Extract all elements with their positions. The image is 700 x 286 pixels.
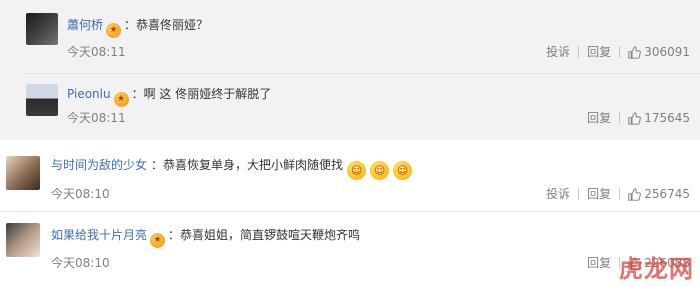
- comment-item: 蕭何桥 ★ ：恭喜佟丽娅？ 今天08:11 投诉 回复 306091: [0, 0, 700, 72]
- avatar[interactable]: [26, 84, 58, 116]
- comment-line: 如果给我十片月亮 ★ ：恭喜姐姐，简直锣鼓喧天鞭炮齐鸣: [51, 227, 360, 248]
- comment-text: 啊 这 佟丽娅终于解脱了: [143, 87, 272, 101]
- comment-actions: 投诉 回复 306091: [546, 44, 690, 60]
- like-count: 175645: [644, 111, 690, 125]
- separator: [578, 46, 580, 58]
- comment-actions: 回复 226088: [587, 255, 690, 271]
- smiley-emoji-icon: ☺: [347, 161, 367, 180]
- smiley-emoji-icon: ☺: [370, 161, 390, 180]
- report-button[interactable]: 投诉: [546, 44, 570, 60]
- comment-item: Pieonlu ★ ：啊 这 佟丽娅终于解脱了 今天08:11 回复 175645: [0, 74, 700, 140]
- timestamp: 今天08:10: [51, 187, 110, 201]
- avatar[interactable]: [6, 156, 40, 190]
- comment-line: 蕭何桥 ★ ：恭喜佟丽娅？: [67, 17, 208, 38]
- vip-crown-icon: ★: [106, 23, 122, 38]
- username-link[interactable]: 与时间为敌的少女: [51, 158, 147, 172]
- separator: [578, 188, 580, 200]
- colon: ：: [151, 158, 164, 172]
- like-count: 306091: [644, 45, 690, 59]
- timestamp: 今天08:10: [51, 256, 110, 270]
- colon: ：: [168, 228, 181, 242]
- username-link[interactable]: Pieonlu: [67, 87, 111, 101]
- thumbs-up-icon: [628, 46, 642, 59]
- timestamp: 今天08:11: [67, 45, 126, 59]
- thumbs-up-icon: [628, 188, 642, 201]
- separator: [619, 46, 621, 58]
- comment-item: 与时间为敌的少女 ：恭喜恢复单身，大把小鲜肉随便找 ☺ ☺ ☺ 今天08:10 投诉 回…: [0, 145, 700, 205]
- reply-button[interactable]: 回复: [587, 186, 611, 202]
- avatar[interactable]: [6, 223, 40, 257]
- separator: [619, 112, 621, 124]
- thumbs-up-icon: [628, 112, 642, 125]
- comment-item: 如果给我十片月亮 ★ ：恭喜姐姐，简直锣鼓喧天鞭炮齐鸣 今天08:10 回复 226…: [0, 212, 700, 286]
- separator: [619, 188, 621, 200]
- colon: ：: [124, 18, 137, 32]
- vip-crown-icon: ★: [113, 92, 129, 107]
- smiley-emoji-icon: ☺: [393, 161, 413, 180]
- report-button[interactable]: 投诉: [546, 186, 570, 202]
- like-button[interactable]: 256745: [628, 186, 690, 202]
- comment-text: 恭喜恢复单身，大把小鲜肉随便找: [163, 158, 344, 172]
- like-button[interactable]: 226088: [628, 255, 690, 271]
- like-button[interactable]: 175645: [628, 110, 690, 126]
- like-count: 256745: [644, 187, 690, 201]
- like-button[interactable]: 306091: [628, 44, 690, 60]
- vip-crown-icon: ★: [150, 233, 166, 248]
- separator: [619, 257, 621, 269]
- thumbs-up-icon: [628, 257, 642, 270]
- comment-actions: 投诉 回复 256745: [546, 186, 690, 202]
- reply-button[interactable]: 回复: [587, 44, 611, 60]
- username-link[interactable]: 如果给我十片月亮: [51, 228, 147, 242]
- like-count: 226088: [644, 256, 690, 270]
- avatar[interactable]: [26, 13, 58, 45]
- comment-actions: 回复 175645: [587, 110, 690, 126]
- reply-button[interactable]: 回复: [587, 110, 611, 126]
- comment-line: Pieonlu ★ ：啊 这 佟丽娅终于解脱了: [67, 86, 271, 107]
- timestamp: 今天08:11: [67, 111, 126, 125]
- comment-text: 恭喜姐姐，简直锣鼓喧天鞭炮齐鸣: [180, 228, 361, 242]
- username-link[interactable]: 蕭何桥: [67, 18, 103, 32]
- comment-line: 与时间为敌的少女 ：恭喜恢复单身，大把小鲜肉随便找 ☺ ☺ ☺: [51, 157, 413, 180]
- comment-text: 恭喜佟丽娅？: [136, 18, 209, 32]
- colon: ：: [131, 87, 144, 101]
- reply-button[interactable]: 回复: [587, 255, 611, 271]
